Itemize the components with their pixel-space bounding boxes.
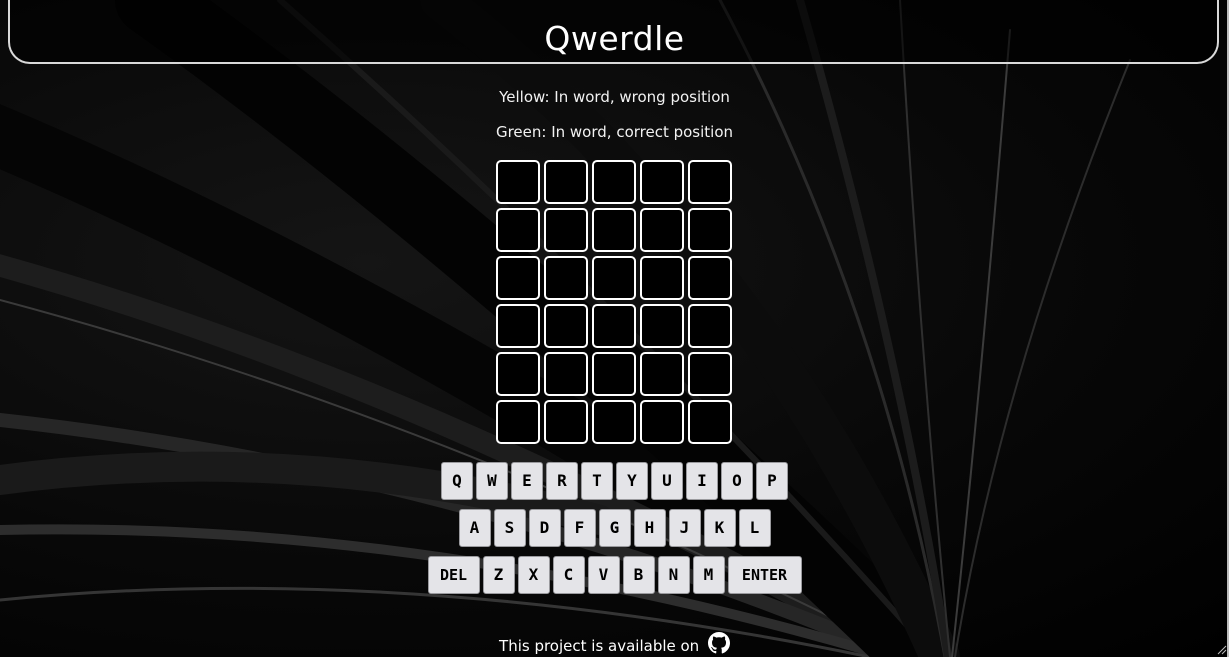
key-z[interactable]: Z	[482, 556, 515, 594]
key-l[interactable]: L	[738, 509, 771, 547]
letter-tile	[640, 304, 684, 348]
key-s[interactable]: S	[493, 509, 526, 547]
letter-tile	[640, 400, 684, 444]
board-row	[496, 400, 734, 444]
footer: This project is available on	[0, 632, 1229, 657]
key-a[interactable]: A	[458, 509, 491, 547]
letter-tile	[688, 352, 732, 396]
board-row	[496, 160, 734, 204]
board-row	[496, 208, 734, 252]
key-w[interactable]: W	[476, 462, 508, 500]
app-window: Qwerdle Yellow: In word, wrong position …	[0, 0, 1229, 657]
letter-tile	[544, 352, 588, 396]
key-x[interactable]: X	[517, 556, 550, 594]
key-o[interactable]: O	[721, 462, 753, 500]
letter-tile	[544, 304, 588, 348]
key-r[interactable]: R	[546, 462, 578, 500]
key-i[interactable]: I	[686, 462, 718, 500]
key-enter[interactable]: ENTER	[727, 556, 802, 594]
key-del[interactable]: DEL	[427, 556, 480, 594]
letter-tile	[592, 256, 636, 300]
key-v[interactable]: V	[587, 556, 620, 594]
board-row	[496, 304, 734, 348]
key-g[interactable]: G	[598, 509, 631, 547]
letter-tile	[688, 208, 732, 252]
letter-tile	[496, 400, 540, 444]
page-title: Qwerdle	[544, 19, 685, 58]
key-t[interactable]: T	[581, 462, 613, 500]
letter-tile	[592, 160, 636, 204]
footer-text: This project is available on	[499, 637, 700, 655]
letter-tile	[544, 160, 588, 204]
key-f[interactable]: F	[563, 509, 596, 547]
key-n[interactable]: N	[657, 556, 690, 594]
letter-tile	[496, 304, 540, 348]
board-row	[496, 256, 734, 300]
letter-tile	[496, 160, 540, 204]
keyboard-row-3: DEL Z X C V B N M ENTER	[0, 556, 1229, 594]
letter-tile	[544, 256, 588, 300]
key-u[interactable]: U	[651, 462, 683, 500]
key-h[interactable]: H	[633, 509, 666, 547]
letter-tile	[496, 256, 540, 300]
key-c[interactable]: C	[552, 556, 585, 594]
letter-tile	[544, 400, 588, 444]
key-k[interactable]: K	[703, 509, 736, 547]
legend-yellow: Yellow: In word, wrong position	[499, 88, 730, 106]
keyboard-row-2: ASDFGHJKL	[0, 509, 1229, 547]
github-icon[interactable]	[707, 632, 730, 654]
letter-tile	[544, 208, 588, 252]
legend-green: Green: In word, correct position	[495, 123, 734, 141]
letter-tile	[688, 304, 732, 348]
letter-tile	[688, 256, 732, 300]
keyboard-row-1: QWERTYUIOP	[0, 462, 1229, 500]
key-y[interactable]: Y	[616, 462, 648, 500]
key-e[interactable]: E	[511, 462, 543, 500]
key-j[interactable]: J	[668, 509, 701, 547]
key-m[interactable]: M	[692, 556, 725, 594]
letter-tile	[640, 256, 684, 300]
key-q[interactable]: Q	[441, 462, 473, 500]
letter-tile	[592, 400, 636, 444]
letter-tile	[640, 160, 684, 204]
letter-tile	[496, 352, 540, 396]
letter-tile	[592, 304, 636, 348]
letter-tile	[640, 352, 684, 396]
letter-tile	[688, 400, 732, 444]
key-p[interactable]: P	[756, 462, 788, 500]
on-screen-keyboard: QWERTYUIOP ASDFGHJKL DEL Z X C V B N M ENTER	[0, 462, 1229, 603]
letter-tile	[688, 160, 732, 204]
letter-tile	[592, 208, 636, 252]
board-row	[496, 352, 734, 396]
game-board	[496, 160, 734, 448]
resize-grip-icon[interactable]	[1217, 645, 1227, 655]
letter-tile	[640, 208, 684, 252]
key-b[interactable]: B	[622, 556, 655, 594]
letter-tile	[496, 208, 540, 252]
key-d[interactable]: D	[528, 509, 561, 547]
letter-tile	[592, 352, 636, 396]
